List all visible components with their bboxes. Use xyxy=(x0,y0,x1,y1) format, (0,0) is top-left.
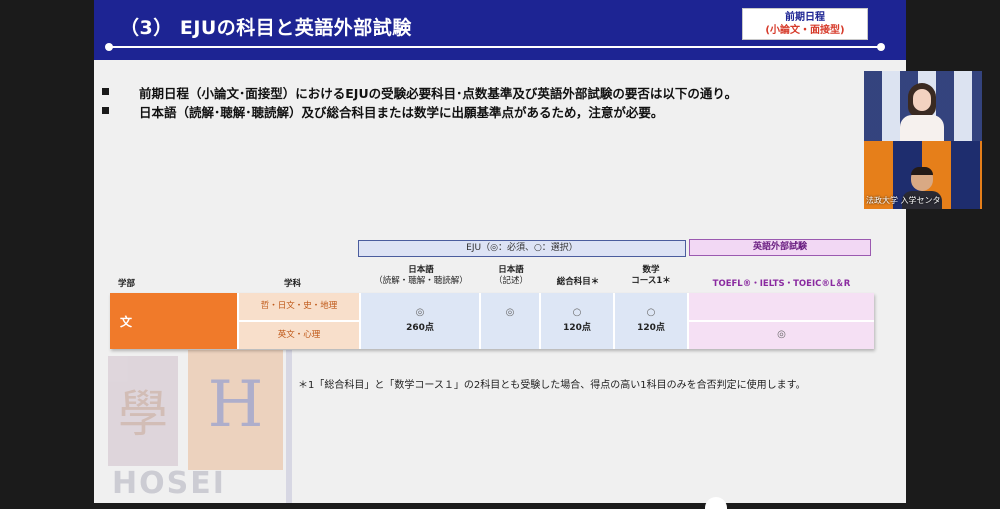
col-header-math-line2: コース1＊ xyxy=(631,276,671,286)
presenter-avatar xyxy=(900,83,944,141)
general-subject-cell: ○ 120点 xyxy=(541,293,613,349)
general-score: 120点 xyxy=(563,323,591,333)
schedule-tag: 前期日程 (小論文・面接型) xyxy=(742,8,868,40)
face xyxy=(913,89,931,111)
col-header-english: TOEFL®・IELTS・TOEIC®L＆R xyxy=(712,279,851,289)
requirements-table: 文 哲・日文・史・地理 英文・心理 ◎ 260点 ◎ ○ 120点 ○ 120点… xyxy=(110,293,874,349)
bullet-text: 前期日程（小論文･面接型）におけるEJUの受験必要科目･点数基準及び英語外部試験… xyxy=(139,86,738,101)
schedule-tag-line1: 前期日程 xyxy=(785,12,825,23)
dept-name: 文 xyxy=(120,315,133,329)
optional-mark-icon: ○ xyxy=(572,307,582,318)
col-header-jp-writing-sub: （記述） xyxy=(493,276,528,286)
watermark-emblem: 學 xyxy=(108,356,178,466)
jp-reading-cell: ◎ 260点 xyxy=(361,293,479,349)
col-header-jp-reading-main: 日本語 xyxy=(408,265,434,275)
english-test-header: 英語外部試験 xyxy=(689,239,871,256)
watermark-kanji: 學 xyxy=(118,385,168,443)
english-cell-1 xyxy=(689,293,874,320)
watermark-bar xyxy=(286,350,292,503)
schedule-tag-line2: (小論文・面接型) xyxy=(765,25,845,36)
bullet-text: 日本語（読解･聴解･聴読解）及び総合科目または数学に出願基準点があるため，注意が… xyxy=(139,105,664,120)
watermark-h-mark: H xyxy=(188,350,283,470)
col-header-jp-reading-sub: （読解・聴解・聴読解） xyxy=(374,276,468,286)
required-mark-icon: ◎ xyxy=(505,307,515,318)
screen: （3） EJUの科目と英語外部試験 前期日程 (小論文・面接型) 前期日程（小論… xyxy=(0,0,1000,509)
watermark-h-letter: H xyxy=(207,368,264,442)
slide-title-bar: （3） EJUの科目と英語外部試験 前期日程 (小論文・面接型) xyxy=(94,0,906,60)
english-cell-2: ◎ xyxy=(689,322,874,349)
jp-reading-score: 260点 xyxy=(406,323,434,333)
participant-video-panel[interactable]: 法政大学 入学センタ xyxy=(864,71,982,209)
col-header-jp-reading: 日本語 （読解・聴解・聴読解） xyxy=(362,265,480,287)
required-mark-icon: ◎ xyxy=(777,329,786,340)
jp-writing-cell: ◎ xyxy=(481,293,539,349)
math-cell: ○ 120点 xyxy=(615,293,687,349)
watermark-text: HOSEI xyxy=(112,466,226,501)
optional-mark-icon: ○ xyxy=(646,307,656,318)
subject-cell-1: 哲・日文・史・地理 xyxy=(239,293,359,320)
col-header-jp-writing: 日本語 （記述） xyxy=(482,265,540,287)
eju-header: EJU（◎：必須、○：選択） xyxy=(358,240,686,257)
body xyxy=(900,115,944,141)
footnote: ＊1「総合科目」と「数学コース１」の2科目とも受験した場合、得点の高い1科目のみ… xyxy=(298,380,806,391)
math-score: 120点 xyxy=(637,323,665,333)
dept-cell: 文 xyxy=(110,293,237,349)
bullet-square-icon xyxy=(102,107,109,114)
col-header-math: 数学 コース1＊ xyxy=(615,265,687,287)
required-mark-icon: ◎ xyxy=(415,307,425,318)
bullet-square-icon xyxy=(102,88,109,95)
title-divider xyxy=(105,43,885,51)
col-header-subject: 学科 xyxy=(284,279,302,289)
slide-title: （3） EJUの科目と英語外部試験 xyxy=(120,17,412,39)
presentation-slide: （3） EJUの科目と英語外部試験 前期日程 (小論文・面接型) 前期日程（小論… xyxy=(94,0,906,503)
hair xyxy=(911,167,933,175)
col-header-jp-writing-main: 日本語 xyxy=(498,265,524,275)
hosei-logo-watermark: 學 H HOSEI xyxy=(108,336,298,503)
col-header-general: 総合科目＊ xyxy=(556,277,600,287)
subject-cell-2: 英文・心理 xyxy=(239,322,359,349)
col-header-dept: 学部 xyxy=(118,279,136,289)
col-header-math-line1: 数学 xyxy=(642,265,660,275)
participant-name-label: 法政大学 入学センタ xyxy=(866,196,941,205)
